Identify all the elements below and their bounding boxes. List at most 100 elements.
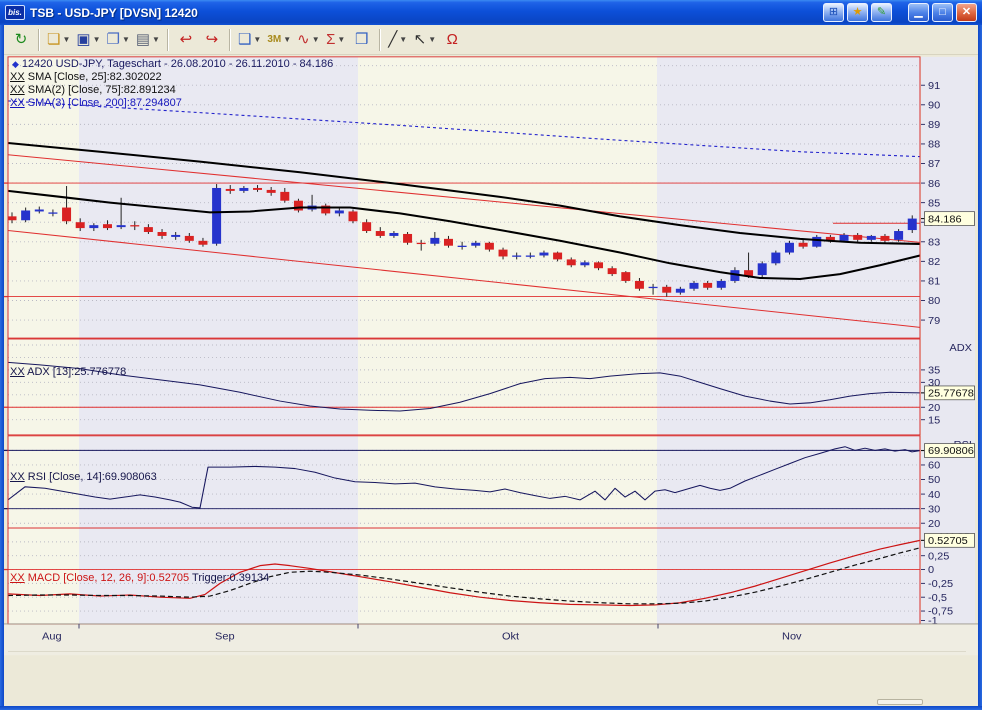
candle-up[interactable] [389,233,398,236]
candle-down[interactable] [158,232,167,236]
dropdown-arrow-icon[interactable]: ▼ [122,35,130,44]
chart-forward-button[interactable]: ↪ [199,28,225,52]
sma75-legend[interactable]: XX SMA(2) [Close, 75]:82.891234 [10,84,176,96]
dropdown-arrow-icon[interactable]: ▼ [399,35,407,44]
dropdown-arrow-icon[interactable]: ▼ [93,35,101,44]
candle-down[interactable] [362,222,371,231]
maximize-button[interactable]: □ [932,3,953,22]
pointer-button[interactable]: ↖▼ [411,28,440,52]
candle-down[interactable] [553,253,562,260]
dropdown-arrow-icon[interactable]: ▼ [283,35,291,44]
dropdown-arrow-icon[interactable]: ▼ [152,35,160,44]
favorites-button[interactable]: ★ [847,3,868,22]
candle-up[interactable] [717,281,726,288]
rsi-legend[interactable]: XX RSI [Close, 14]:69.908063 [10,471,157,483]
candle-up[interactable] [335,210,344,213]
candle-down[interactable] [144,227,153,232]
candle-down[interactable] [185,236,194,241]
close-button[interactable]: ✕ [956,3,977,22]
candle-up[interactable] [171,235,180,237]
candle-up[interactable] [758,263,767,275]
candle-up[interactable] [212,188,221,244]
candle-down[interactable] [485,243,494,250]
draw-line-button[interactable]: ╱▼ [385,28,411,52]
candle-down[interactable] [417,243,426,244]
print-button[interactable]: ▤▼ [133,28,163,52]
open-button[interactable]: ❏▼ [44,28,73,52]
candle-up[interactable] [458,246,467,247]
candle-up[interactable] [908,219,917,230]
panes-layout-button[interactable]: ⊞ [823,3,844,22]
sma200-legend[interactable]: XX SMA(3) [Close, 200]:87.294807 [10,97,182,109]
candle-down[interactable] [880,236,889,241]
macd-legend[interactable]: XX MACD [Close, 12, 26, 9]:0.52705 Trigg… [10,572,269,584]
candle-up[interactable] [812,237,821,247]
candle-down[interactable] [267,190,276,193]
candle-up[interactable] [526,255,535,256]
candle-down[interactable] [403,234,412,243]
candle-up[interactable] [649,287,658,288]
candle-up[interactable] [21,210,30,220]
candle-down[interactable] [253,188,262,190]
candle-up[interactable] [471,243,480,246]
candle-down[interactable] [621,272,630,281]
horizontal-scrollbar-thumb[interactable] [877,699,923,705]
candle-down[interactable] [8,216,17,220]
minimize-button[interactable]: ▁ [908,3,929,22]
chart-back-button[interactable]: ↩ [173,28,199,52]
dropdown-arrow-icon[interactable]: ▼ [337,35,345,44]
edit-button[interactable]: ✎ [871,3,892,22]
candle-down[interactable] [294,201,303,211]
candle-up[interactable] [89,225,98,228]
candle-down[interactable] [635,281,644,289]
candle-up[interactable] [771,253,780,264]
candle-down[interactable] [376,231,385,236]
candle-up[interactable] [867,236,876,240]
dropdown-arrow-icon[interactable]: ▼ [428,35,436,44]
periodicity-button[interactable]: 3M▼ [264,28,294,52]
dropdown-arrow-icon[interactable]: ▼ [253,35,261,44]
candle-down[interactable] [594,262,603,268]
candle-down[interactable] [608,268,617,274]
candle-down[interactable] [349,211,358,221]
candle-up[interactable] [48,212,57,213]
candle-down[interactable] [280,192,289,201]
properties-button[interactable]: ❒ [349,28,375,52]
candle-down[interactable] [76,222,85,228]
candle-up[interactable] [117,225,126,227]
chart-type-button[interactable]: ❑▼ [235,28,264,52]
title-bar[interactable]: bis. TSB - USD-JPY [DVSN] 12420 ⊞ ★ ✎ ▁ … [0,0,982,25]
candle-up[interactable] [785,243,794,253]
insert-indicator-button[interactable]: ∿▼ [294,28,323,52]
candle-up[interactable] [539,253,548,256]
candle-down[interactable] [799,243,808,247]
candle-up[interactable] [580,262,589,265]
dropdown-arrow-icon[interactable]: ▼ [62,35,70,44]
candle-down[interactable] [103,224,112,228]
copy-button[interactable]: ❐▼ [103,28,132,52]
chart-canvas[interactable]: 9190898887868584838281807984.18635302015… [0,55,982,706]
candle-down[interactable] [130,225,139,226]
insert-study-button[interactable]: Σ▼ [323,28,349,52]
candle-down[interactable] [853,235,862,240]
dropdown-arrow-icon[interactable]: ▼ [312,35,320,44]
candle-down[interactable] [226,189,235,191]
candle-up[interactable] [894,231,903,240]
candle-up[interactable] [239,188,248,191]
refresh-button[interactable]: ↻ [8,28,34,52]
candle-up[interactable] [430,238,439,244]
candle-down[interactable] [198,241,207,245]
candle-down[interactable] [703,283,712,288]
candle-up[interactable] [35,210,44,212]
magnet-button[interactable]: Ω [439,28,465,52]
candle-up[interactable] [840,235,849,241]
candle-down[interactable] [662,287,671,293]
save-button[interactable]: ▣▼ [73,28,103,52]
candle-down[interactable] [499,250,508,257]
candle-up[interactable] [676,289,685,293]
candle-up[interactable] [690,283,699,289]
candle-up[interactable] [512,255,521,256]
candle-down[interactable] [567,259,576,265]
candle-down[interactable] [62,208,71,222]
adx-legend[interactable]: XX ADX [13]:25.776778 [10,366,126,378]
